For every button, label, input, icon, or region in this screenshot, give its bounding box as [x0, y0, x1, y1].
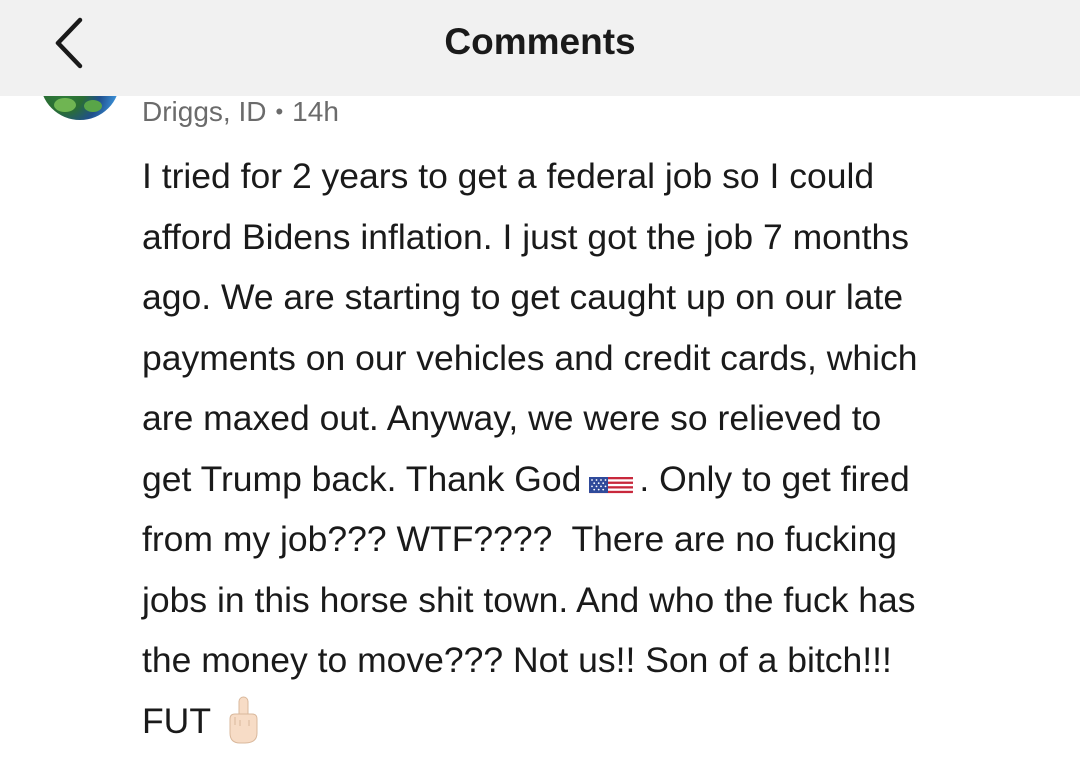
comment-line: I tried for 2 years to get a federal job…: [142, 156, 875, 196]
comment-text-segment: . Only to get fired: [639, 458, 910, 499]
comment-text: I tried for 2 years to get a federal job…: [142, 146, 1062, 751]
comment-line: payments on our vehicles and credit card…: [142, 337, 918, 378]
comment-line: ago. We are starting to get caught up on…: [142, 277, 904, 317]
comment-line: jobs in this horse shit town. And who th…: [142, 579, 916, 620]
avatar-detail: [54, 98, 76, 112]
comment-text-segment: get Trump back. Thank God: [142, 458, 582, 499]
chevron-left-icon: [55, 17, 83, 69]
page-title: Comments: [444, 21, 636, 62]
top-nav-bar: Comments: [0, 0, 1080, 96]
comment-line: the money to move??? Not us!! Son of a b…: [142, 640, 892, 680]
meta-separator: •: [275, 99, 284, 124]
comment-line: afford Bidens inflation. I just got the …: [142, 216, 910, 257]
comment-line: are maxed out. Anyway, we were so reliev…: [142, 398, 882, 438]
us-flag-emoji: [589, 465, 634, 495]
comment-line: from my job??? WTF???? There are no fuck…: [142, 519, 898, 559]
comment-location: Driggs, ID: [142, 96, 267, 127]
comment-text-segment: FUT: [142, 700, 212, 741]
avatar-detail: [84, 100, 102, 112]
comment-line-final: FUT: [142, 691, 1062, 752]
middle-finger-emoji: [225, 695, 261, 745]
comment-timestamp: 14h: [292, 96, 339, 127]
comment-meta: Driggs, ID • 14h: [142, 94, 339, 130]
back-button[interactable]: [44, 14, 100, 74]
comment-line-with-flag: get Trump back. Thank God . Only to get …: [142, 449, 1062, 510]
